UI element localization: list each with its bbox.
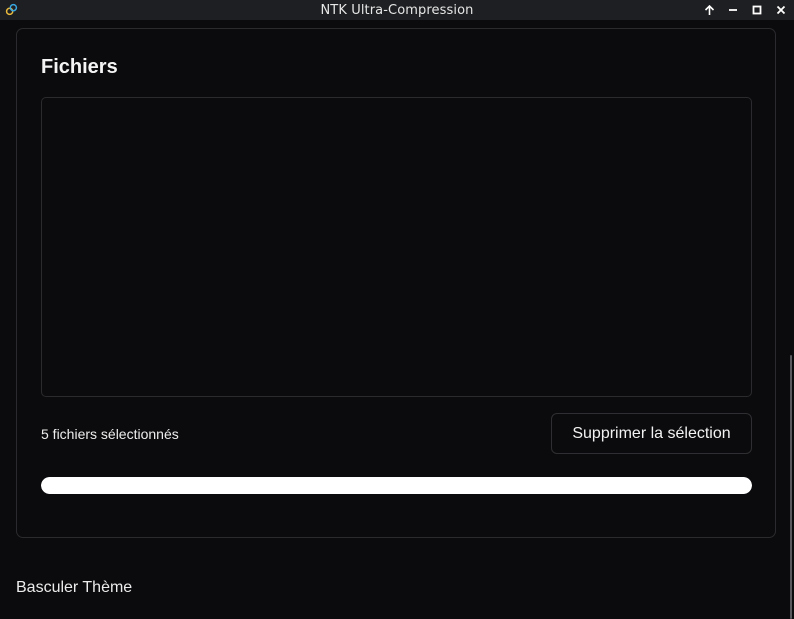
files-title: Fichiers	[41, 56, 118, 78]
progress-bar	[41, 477, 752, 494]
link-icon	[5, 3, 18, 16]
window-controls	[702, 0, 788, 20]
selected-count-label: 5 fichiers sélectionnés	[41, 426, 179, 442]
files-card: Fichiers 5 fichiers sélectionnés Supprim…	[16, 28, 776, 538]
scrollbar-thumb[interactable]	[790, 355, 792, 619]
clear-selection-button[interactable]: Supprimer la sélection	[551, 413, 752, 454]
window-titlebar[interactable]: NTK Ultra-Compression	[0, 0, 794, 20]
maximize-icon[interactable]	[750, 3, 764, 17]
close-icon[interactable]	[774, 3, 788, 17]
progress-bar-fill	[41, 477, 752, 494]
minimize-icon[interactable]	[726, 3, 740, 17]
window-title: NTK Ultra-Compression	[320, 2, 474, 18]
toggle-theme-button[interactable]: Basculer Thème	[16, 579, 132, 597]
file-list-box[interactable]	[41, 97, 752, 397]
keep-above-icon[interactable]	[702, 3, 716, 17]
